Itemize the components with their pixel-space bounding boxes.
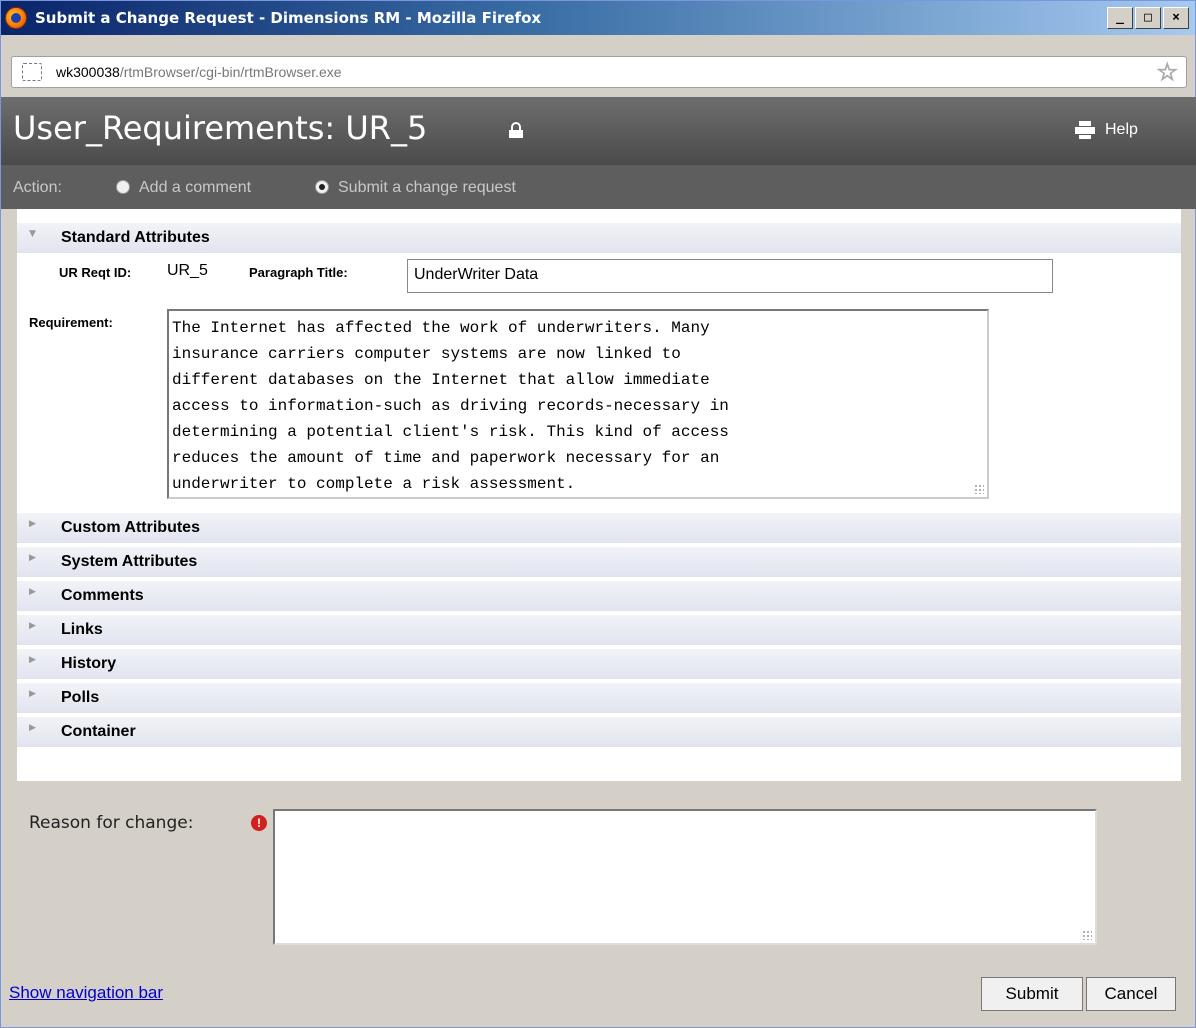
title-bar: Submit a Change Request - Dimensions RM …	[1, 1, 1195, 35]
url-host: wk300038	[56, 64, 120, 80]
submit-change-request-label[interactable]: Submit a change request	[338, 179, 516, 197]
bookmark-star-icon[interactable]: ☆	[1156, 59, 1178, 86]
help-link[interactable]: Help	[1105, 121, 1138, 139]
browser-window: Submit a Change Request - Dimensions RM …	[0, 0, 1196, 1028]
section-links[interactable]: ▶ Links	[17, 615, 1181, 645]
requirement-textarea[interactable]: The Internet has affected the work of un…	[167, 309, 989, 499]
expanded-arrow-icon: ▼	[29, 229, 36, 239]
page-title: User_Requirements: UR_5	[13, 109, 428, 147]
reqt-id-label: UR Reqt ID:	[59, 265, 132, 280]
collapsed-arrow-icon: ▶	[29, 723, 36, 733]
cancel-button[interactable]: Cancel	[1086, 977, 1176, 1011]
section-label: Polls	[61, 689, 100, 706]
section-polls[interactable]: ▶ Polls	[17, 683, 1181, 713]
section-standard-attributes[interactable]: ▼ Standard Attributes	[17, 223, 1181, 253]
section-label: Standard Attributes	[61, 229, 210, 246]
paragraph-title-input[interactable]: UnderWriter Data	[407, 259, 1053, 293]
submit-button[interactable]: Submit	[981, 977, 1083, 1011]
section-label: System Attributes	[61, 553, 198, 570]
collapsed-arrow-icon: ▶	[29, 689, 36, 699]
resize-grip-icon[interactable]	[974, 484, 984, 494]
url-text[interactable]: wk300038/rtmBrowser/cgi-bin/rtmBrowser.e…	[56, 64, 342, 80]
window-controls: _ □ ×	[1107, 7, 1189, 29]
requirement-label: Requirement:	[29, 315, 113, 330]
submit-change-request-radio[interactable]	[315, 180, 329, 194]
close-button[interactable]: ×	[1163, 7, 1189, 29]
collapsed-arrow-icon: ▶	[29, 621, 36, 631]
requirement-text: The Internet has affected the work of un…	[172, 319, 729, 493]
collapsed-arrow-icon: ▶	[29, 587, 36, 597]
add-comment-radio[interactable]	[116, 180, 130, 194]
lock-icon	[509, 122, 523, 138]
page-header: User_Requirements: UR_5 Help	[1, 97, 1196, 165]
firefox-icon	[5, 7, 27, 29]
collapsed-arrow-icon: ▶	[29, 519, 36, 529]
section-comments[interactable]: ▶ Comments	[17, 581, 1181, 611]
action-bar: Action: Add a comment Submit a change re…	[1, 165, 1196, 209]
collapsed-arrow-icon: ▶	[29, 655, 36, 665]
add-comment-label[interactable]: Add a comment	[139, 179, 251, 197]
section-container[interactable]: ▶ Container	[17, 717, 1181, 747]
reqt-id-value: UR_5	[167, 262, 208, 279]
url-path: /rtmBrowser/cgi-bin/rtmBrowser.exe	[119, 64, 342, 80]
required-icon: !	[251, 815, 267, 831]
reason-label: Reason for change:	[29, 813, 194, 833]
show-navigation-bar-link[interactable]: Show navigation bar	[9, 983, 163, 1003]
window-title: Submit a Change Request - Dimensions RM …	[35, 9, 542, 27]
section-label: Links	[61, 621, 103, 638]
address-bar[interactable]: wk300038/rtmBrowser/cgi-bin/rtmBrowser.e…	[11, 56, 1187, 88]
site-identity-icon[interactable]	[22, 63, 42, 81]
section-history[interactable]: ▶ History	[17, 649, 1181, 679]
section-custom-attributes[interactable]: ▶ Custom Attributes	[17, 513, 1181, 543]
resize-grip-icon[interactable]	[1082, 930, 1092, 940]
section-system-attributes[interactable]: ▶ System Attributes	[17, 547, 1181, 577]
section-label: Container	[61, 723, 136, 740]
maximize-button[interactable]: □	[1135, 7, 1161, 29]
section-label: Custom Attributes	[61, 519, 200, 536]
section-label: History	[61, 655, 117, 672]
paragraph-title-label: Paragraph Title:	[249, 265, 348, 280]
section-label: Comments	[61, 587, 144, 604]
print-icon[interactable]	[1075, 121, 1095, 139]
action-label: Action:	[13, 179, 62, 196]
attributes-panel: ▼ Standard Attributes UR Reqt ID: UR_5 P…	[17, 209, 1181, 781]
collapsed-arrow-icon: ▶	[29, 553, 36, 563]
reason-textarea[interactable]	[273, 809, 1097, 945]
minimize-button[interactable]: _	[1107, 7, 1133, 29]
